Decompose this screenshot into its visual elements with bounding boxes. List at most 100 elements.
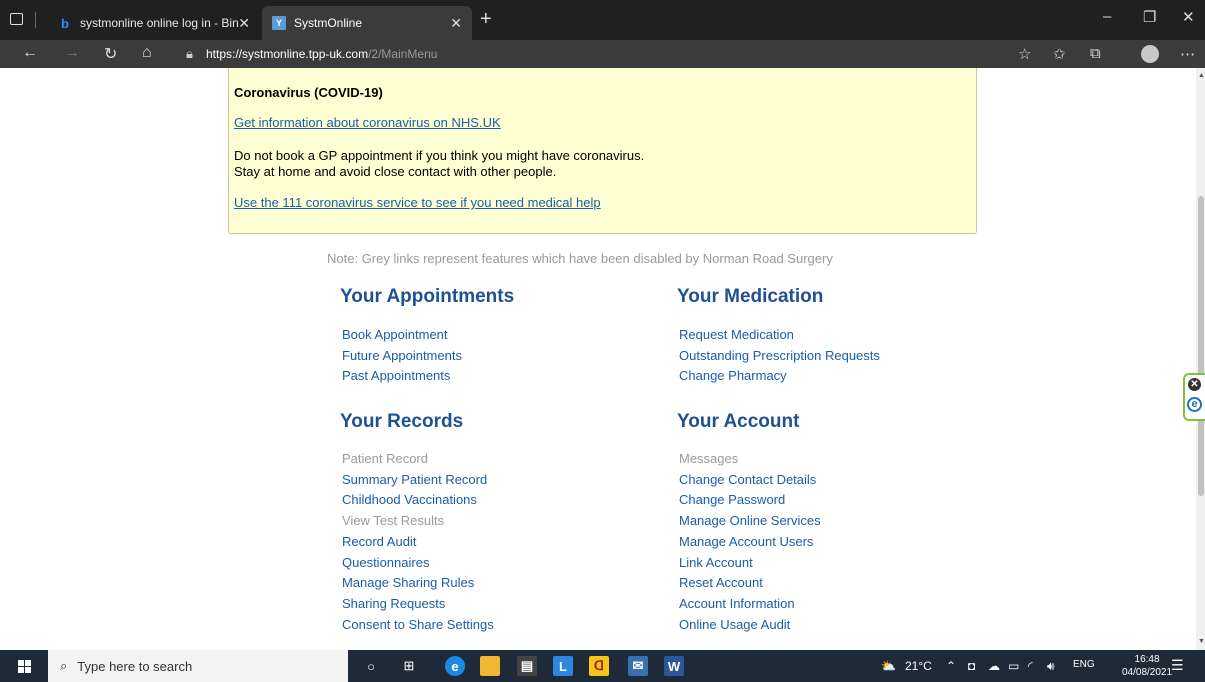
menu-link[interactable]: Record Audit [342, 532, 494, 553]
profile-avatar[interactable] [1141, 45, 1159, 63]
page-content: Coronavirus (COVID-19) Get information a… [3, 68, 1199, 650]
tab-actions-icon[interactable] [10, 13, 23, 25]
refresh-icon[interactable]: ↻ [104, 44, 117, 64]
address-bar-row: ← → ↻ ⌂ 🔒︎ https://systmonline.tpp-uk.co… [0, 40, 1205, 68]
home-icon[interactable]: ⌂ [142, 44, 152, 62]
edge-icon[interactable]: e [445, 656, 465, 676]
taskbar-search-input[interactable]: ⌕ Type here to search [48, 650, 348, 682]
favorites-icon[interactable]: ✩ [1053, 45, 1066, 63]
records-heading: Your Records [340, 411, 464, 432]
menu-link[interactable]: Change Contact Details [679, 470, 821, 491]
lexia-icon[interactable]: L [553, 656, 573, 676]
covid-advice-line: Stay at home and avoid close contact wit… [234, 164, 557, 179]
weather-icon[interactable]: ⛅ [881, 659, 896, 673]
menu-link[interactable]: Consent to Share Settings [342, 615, 494, 636]
tpp-icon: Y [272, 16, 286, 30]
browser-tab-strip: b systmonline online log in - Bing ✕ Y S… [0, 0, 1205, 40]
medication-heading: Your Medication [677, 286, 824, 307]
favorite-add-icon[interactable]: ☆ [1018, 45, 1031, 63]
windows-start-icon[interactable] [18, 660, 31, 673]
close-icon[interactable]: ✕ [238, 15, 250, 32]
records-links: Patient Record Summary Patient Record Chil… [342, 449, 494, 635]
menu-link[interactable]: Questionnaires [342, 553, 494, 574]
new-tab-icon[interactable]: + [480, 8, 492, 31]
wifi-icon[interactable]: ◜ [1028, 659, 1033, 673]
restore-icon[interactable]: ❐ [1143, 8, 1156, 26]
lock-icon[interactable]: 🔒︎ [186, 46, 193, 62]
tab-bing[interactable]: b systmonline online log in - Bing ✕ [48, 6, 260, 40]
appointments-links: Book Appointment Future Appointments Past … [342, 325, 462, 387]
store-icon[interactable]: ▤ [517, 656, 537, 676]
account-links: Messages Change Contact Details Change Pas… [679, 449, 821, 635]
battery-icon[interactable]: ▭ [1008, 659, 1019, 673]
cortana-icon[interactable]: ○ [361, 656, 381, 676]
tab-title: SystmOnline [294, 16, 363, 30]
notifications-icon[interactable]: ☰ [1171, 657, 1189, 675]
menu-link[interactable]: Request Medication [679, 325, 880, 346]
edge-extension-icon[interactable]: e [1187, 397, 1202, 412]
menu-link[interactable]: Manage Online Services [679, 511, 821, 532]
url-path: /2/MainMenu [368, 47, 438, 61]
menu-link: Patient Record [342, 451, 428, 466]
tab-systmonline[interactable]: Y SystmOnline ✕ [262, 6, 472, 40]
service-111-link[interactable]: Use the 111 coronavirus service to see i… [234, 195, 601, 210]
menu-link: View Test Results [342, 513, 445, 529]
menu-link[interactable]: Manage Sharing Rules [342, 573, 494, 594]
menu-link[interactable]: Reset Account [679, 573, 821, 594]
menu-link[interactable]: Book Appointment [342, 325, 462, 346]
volume-icon[interactable]: 🔊︎ [1047, 659, 1055, 674]
menu-link: Messages [679, 451, 739, 466]
menu-link[interactable]: Future Appointments [342, 346, 462, 367]
scroll-up-icon[interactable]: ▲ [1198, 72, 1205, 79]
close-window-icon[interactable]: ✕ [1182, 8, 1195, 26]
nhs-info-link[interactable]: Get information about coronavirus on NHS… [234, 115, 501, 130]
taskbar-clock[interactable]: 16:48 04/08/2021 [1122, 653, 1172, 679]
covid-banner: Coronavirus (COVID-19) Get information a… [228, 68, 977, 234]
paint-icon[interactable]: ᗡ [589, 656, 609, 676]
scrollbar-thumb[interactable] [1198, 196, 1204, 496]
menu-link[interactable]: Sharing Requests [342, 594, 494, 615]
minimize-icon[interactable]: – [1103, 8, 1111, 25]
covid-title: Coronavirus (COVID-19) [234, 85, 383, 100]
bing-icon: b [61, 15, 69, 31]
task-view-icon[interactable]: ⊞ [399, 656, 419, 676]
language-indicator[interactable]: ENG [1073, 659, 1095, 670]
more-icon[interactable]: ⋯ [1180, 45, 1195, 63]
menu-link[interactable]: Account Information [679, 594, 821, 615]
onedrive-icon[interactable]: ☁ [988, 659, 1000, 673]
menu-link[interactable]: Manage Account Users [679, 532, 821, 553]
menu-link[interactable]: Past Appointments [342, 366, 462, 387]
menu-link[interactable]: Change Pharmacy [679, 366, 880, 387]
word-icon[interactable]: W [664, 656, 684, 676]
menu-link[interactable]: Change Password [679, 490, 821, 511]
back-icon[interactable]: ← [22, 44, 38, 62]
menu-link[interactable]: Summary Patient Record [342, 470, 494, 491]
windows-taskbar: ⌕ Type here to search ○ ⊞ e ▤ L ᗡ ✉ W ⛅ … [0, 650, 1205, 682]
menu-link[interactable]: Online Usage Audit [679, 615, 821, 636]
clock-date: 04/08/2021 [1122, 667, 1173, 678]
weather-temp[interactable]: 21°C [905, 659, 932, 673]
menu-link[interactable]: Outstanding Prescription Requests [679, 346, 880, 367]
side-widget: ✕ e [1183, 373, 1205, 421]
close-widget-icon[interactable]: ✕ [1188, 378, 1201, 391]
mail-icon[interactable]: ✉ [628, 656, 648, 676]
appointments-heading: Your Appointments [340, 286, 515, 307]
search-placeholder: Type here to search [77, 658, 193, 674]
menu-link[interactable]: Link Account [679, 553, 821, 574]
address-input[interactable]: https://systmonline.tpp-uk.com/2/MainMen… [206, 47, 437, 61]
url-host: https://systmonline.tpp-uk.com [206, 47, 369, 61]
disabled-links-note: Note: Grey links represent features whic… [327, 251, 833, 266]
medication-links: Request Medication Outstanding Prescripti… [679, 325, 880, 387]
clock-time: 16:48 [1134, 654, 1160, 665]
show-hidden-icons-icon[interactable]: ⌃ [946, 659, 956, 673]
forward-icon[interactable]: → [64, 44, 80, 62]
covid-advice: Do not book a GP appointment if you thin… [234, 148, 644, 180]
search-icon: ⌕ [60, 658, 68, 673]
scroll-down-icon[interactable]: ▼ [1198, 638, 1205, 645]
tab-title: systmonline online log in - Bing [80, 16, 239, 30]
file-explorer-icon[interactable] [480, 656, 500, 676]
close-icon[interactable]: ✕ [450, 15, 462, 32]
tray-app-icon[interactable]: ◘ [968, 659, 975, 673]
collections-icon[interactable]: ⧉ [1090, 45, 1101, 62]
menu-link[interactable]: Childhood Vaccinations [342, 490, 494, 511]
